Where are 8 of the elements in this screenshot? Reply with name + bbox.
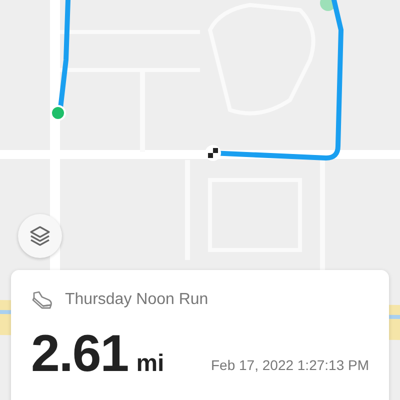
shoe-icon [31, 291, 53, 309]
layers-icon [29, 225, 51, 247]
activity-date: Feb 17, 2022 1:27:13 PM [211, 356, 369, 375]
finish-flag-icon [205, 145, 221, 161]
start-marker [50, 105, 66, 121]
distance-unit: mi [136, 352, 164, 376]
distance-value: 2.61 [31, 328, 128, 380]
activity-title: Thursday Noon Run [65, 290, 208, 310]
